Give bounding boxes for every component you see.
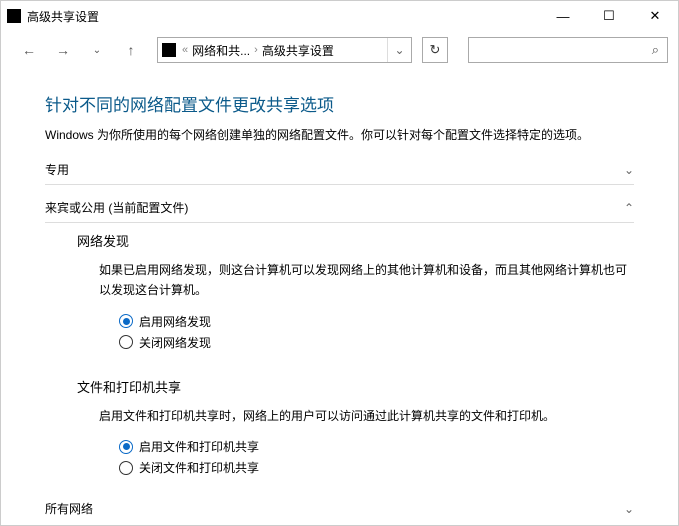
chevron-up-icon: ⌃ — [624, 201, 634, 215]
network-discovery-options: 启用网络发现 关闭网络发现 — [119, 313, 634, 351]
app-icon — [7, 9, 21, 23]
up-button[interactable]: ↑ — [117, 37, 145, 63]
search-icon: ⌕ — [652, 42, 659, 58]
radio-label: 关闭文件和打印机共享 — [139, 459, 259, 476]
profile-guest[interactable]: 来宾或公用 (当前配置文件) ⌃ — [45, 193, 634, 223]
file-printer-desc: 启用文件和打印机共享时，网络上的用户可以访问通过此计算机共享的文件和打印机。 — [99, 406, 634, 426]
address-dropdown-icon[interactable]: ⌄ — [387, 38, 411, 62]
radio-icon — [119, 461, 133, 475]
radio-label: 启用文件和打印机共享 — [139, 438, 259, 455]
radio-icon — [119, 440, 133, 454]
recent-dropdown-icon[interactable]: ⌄ — [83, 37, 111, 63]
refresh-button[interactable]: ↻ — [422, 37, 448, 63]
breadcrumb-item[interactable]: 网络和共... — [192, 42, 250, 59]
file-printer-options: 启用文件和打印机共享 关闭文件和打印机共享 — [119, 438, 634, 476]
radio-disable-network-discovery[interactable]: 关闭网络发现 — [119, 334, 634, 351]
page-title: 针对不同的网络配置文件更改共享选项 — [45, 91, 634, 116]
profile-private[interactable]: 专用 ⌄ — [45, 155, 634, 185]
profile-guest-label: 来宾或公用 (当前配置文件) — [45, 199, 188, 216]
minimize-button[interactable]: — — [540, 1, 586, 31]
guest-profile-section: 网络发现 如果已启用网络发现，则这台计算机可以发现网络上的其他计算机和设备，而且… — [77, 231, 634, 476]
file-printer-title: 文件和打印机共享 — [77, 377, 634, 396]
address-bar[interactable]: « 网络和共... › 高级共享设置 ⌄ — [157, 37, 412, 63]
chevron-down-icon: ⌄ — [624, 502, 634, 516]
back-button[interactable]: ← — [15, 37, 43, 63]
radio-disable-file-printer[interactable]: 关闭文件和打印机共享 — [119, 459, 634, 476]
breadcrumb-sep: › — [254, 44, 258, 56]
content-area: 针对不同的网络配置文件更改共享选项 Windows 为你所使用的每个网络创建单独… — [1, 73, 678, 523]
network-discovery-title: 网络发现 — [77, 231, 634, 250]
radio-enable-file-printer[interactable]: 启用文件和打印机共享 — [119, 438, 634, 455]
profile-all-networks[interactable]: 所有网络 ⌄ — [45, 494, 634, 523]
radio-icon — [119, 335, 133, 349]
breadcrumb-sep: « — [182, 44, 188, 56]
window-controls: — ☐ ✕ — [540, 1, 678, 31]
forward-button[interactable]: → — [49, 37, 77, 63]
maximize-button[interactable]: ☐ — [586, 1, 632, 31]
breadcrumb-item[interactable]: 高级共享设置 — [262, 42, 334, 59]
network-discovery-desc: 如果已启用网络发现，则这台计算机可以发现网络上的其他计算机和设备，而且其他网络计… — [99, 260, 634, 301]
close-button[interactable]: ✕ — [632, 1, 678, 31]
radio-enable-network-discovery[interactable]: 启用网络发现 — [119, 313, 634, 330]
radio-label: 启用网络发现 — [139, 313, 211, 330]
radio-icon — [119, 314, 133, 328]
profile-private-label: 专用 — [45, 161, 69, 178]
chevron-down-icon: ⌄ — [624, 163, 634, 177]
profile-all-label: 所有网络 — [45, 500, 93, 517]
radio-label: 关闭网络发现 — [139, 334, 211, 351]
location-icon — [162, 43, 176, 57]
nav-bar: ← → ⌄ ↑ « 网络和共... › 高级共享设置 ⌄ ↻ ⌕ — [1, 31, 678, 73]
search-input[interactable]: ⌕ — [468, 37, 668, 63]
title-bar: 高级共享设置 — ☐ ✕ — [1, 1, 678, 31]
page-description: Windows 为你所使用的每个网络创建单独的网络配置文件。你可以针对每个配置文… — [45, 126, 634, 143]
window-title: 高级共享设置 — [27, 8, 540, 25]
